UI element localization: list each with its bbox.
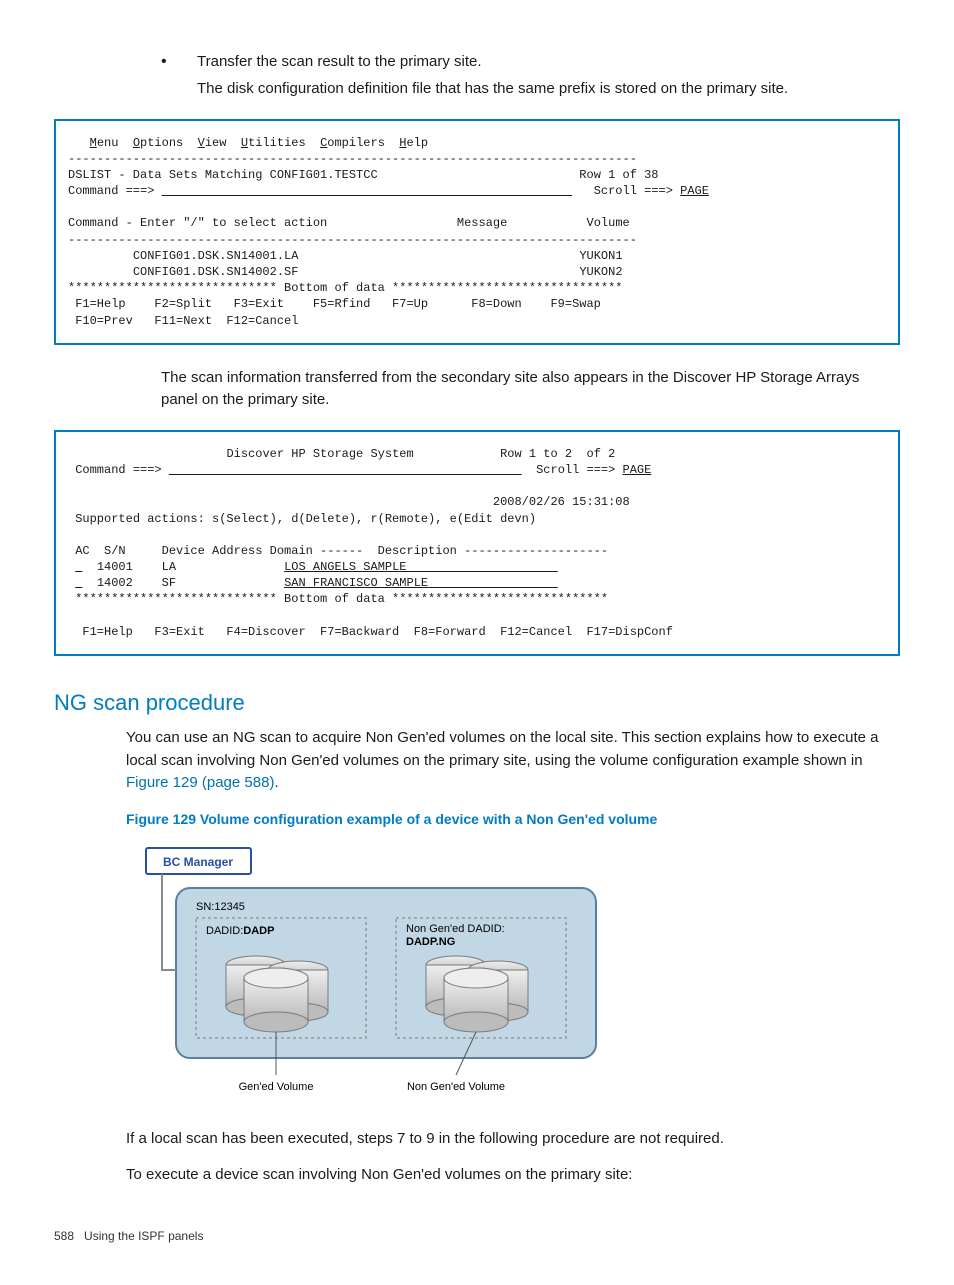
row-info: Row 1 to 2 of 2	[500, 447, 615, 461]
ad-1: LA	[162, 560, 176, 574]
menu-view[interactable]: V	[198, 136, 205, 150]
bottom-marker: **************************** Bottom of d…	[68, 592, 608, 606]
footer-title: Using the ISPF panels	[84, 1229, 203, 1243]
dataset-1: CONFIG01.DSK.SN14001.LA	[133, 249, 299, 263]
command-input[interactable]	[162, 184, 572, 198]
mid-paragraph: The scan information transferred from th…	[161, 367, 900, 412]
command-label: Command ===>	[75, 463, 161, 477]
bullet-item: • Transfer the scan result to the primar…	[161, 50, 900, 74]
scroll-label: Scroll ===>	[594, 184, 680, 198]
sn-1: 14001	[97, 560, 133, 574]
bc-manager-label: BC Manager	[163, 855, 233, 869]
dslist-title: DSLIST - Data Sets Matching CONFIG01.TES…	[68, 168, 378, 182]
fkeys: F1=Help F3=Exit F4=Discover F7=Backward …	[68, 625, 673, 639]
dataset-2: CONFIG01.DSK.SN14002.SF	[133, 265, 299, 279]
ad-2: SF	[162, 576, 176, 590]
menu-compilers[interactable]: C	[320, 136, 327, 150]
instruction: Command - Enter "/" to select action	[68, 216, 327, 230]
menu-options[interactable]: O	[133, 136, 140, 150]
dadid-label: DADID:	[206, 925, 243, 937]
scroll-label: Scroll ===>	[536, 463, 622, 477]
vol-2: YUKON2	[579, 265, 622, 279]
scroll-value[interactable]: PAGE	[623, 463, 652, 477]
desc-1: LOS ANGELS SAMPLE	[284, 560, 558, 574]
page-footer: 588 Using the ISPF panels	[54, 1227, 900, 1245]
scroll-value[interactable]: PAGE	[680, 184, 709, 198]
ac-input-1[interactable]	[75, 560, 82, 574]
figure-link[interactable]: Figure 129 (page 588)	[126, 774, 274, 791]
nongen-dadid-value: DADP.NG	[406, 936, 455, 948]
desc-2: SAN FRANCISCO SAMPLE	[284, 576, 558, 590]
nongen-volume-label: Non Gen'ed Volume	[407, 1081, 505, 1093]
ng-para-2: If a local scan has been executed, steps…	[126, 1128, 900, 1151]
nongen-dadid-label: Non Gen'ed DADID:	[406, 923, 505, 935]
bullet-subtext: The disk configuration definition file t…	[197, 78, 900, 101]
menu-utilities[interactable]: U	[241, 136, 248, 150]
menu-help[interactable]: H	[399, 136, 406, 150]
sn-2: 14002	[97, 576, 133, 590]
separator: ----------------------------------------…	[68, 233, 637, 247]
ng-para-3: To execute a device scan involving Non G…	[126, 1164, 900, 1187]
ng-para-1: You can use an NG scan to acquire Non Ge…	[126, 727, 900, 795]
figure-caption: Figure 129 Volume configuration example …	[126, 809, 900, 830]
command-input[interactable]	[169, 463, 522, 477]
col-message: Message	[457, 216, 507, 230]
col-volume: Volume	[587, 216, 630, 230]
terminal-discover: Discover HP Storage System Row 1 to 2 of…	[54, 430, 900, 656]
separator: ----------------------------------------…	[68, 152, 637, 166]
section-heading: NG scan procedure	[54, 686, 900, 719]
menu-menu[interactable]: M	[90, 136, 97, 150]
bottom-marker: ***************************** Bottom of …	[68, 281, 623, 295]
ac-input-2[interactable]	[75, 576, 82, 590]
panel-title: Discover HP Storage System	[226, 447, 413, 461]
fkeys: F1=Help F2=Split F3=Exit F5=Rfind F7=Up …	[68, 297, 601, 327]
bullet-text: Transfer the scan result to the primary …	[197, 51, 482, 74]
row-info: Row 1 of 38	[579, 168, 658, 182]
svg-text:DADID:DADP: DADID:DADP	[206, 925, 274, 937]
terminal-dslist: Menu Options View Utilities Compilers He…	[54, 119, 900, 345]
sn-label: SN:12345	[196, 901, 245, 913]
timestamp: 2008/02/26 15:31:08	[493, 495, 630, 509]
supported-actions: Supported actions: s(Select), d(Delete),…	[75, 512, 536, 526]
figure-diagram: BC Manager SN:12345 DADID:DADP Non Gen'e…	[136, 840, 900, 1100]
vol-1: YUKON1	[579, 249, 622, 263]
command-label: Command ===>	[68, 184, 154, 198]
gen-volume-label: Gen'ed Volume	[239, 1081, 314, 1093]
dadid-value: DADP	[243, 925, 274, 937]
table-header: AC S/N Device Address Domain ------ Desc…	[68, 544, 608, 558]
page-number: 588	[54, 1229, 74, 1243]
bullet-marker: •	[161, 50, 197, 74]
